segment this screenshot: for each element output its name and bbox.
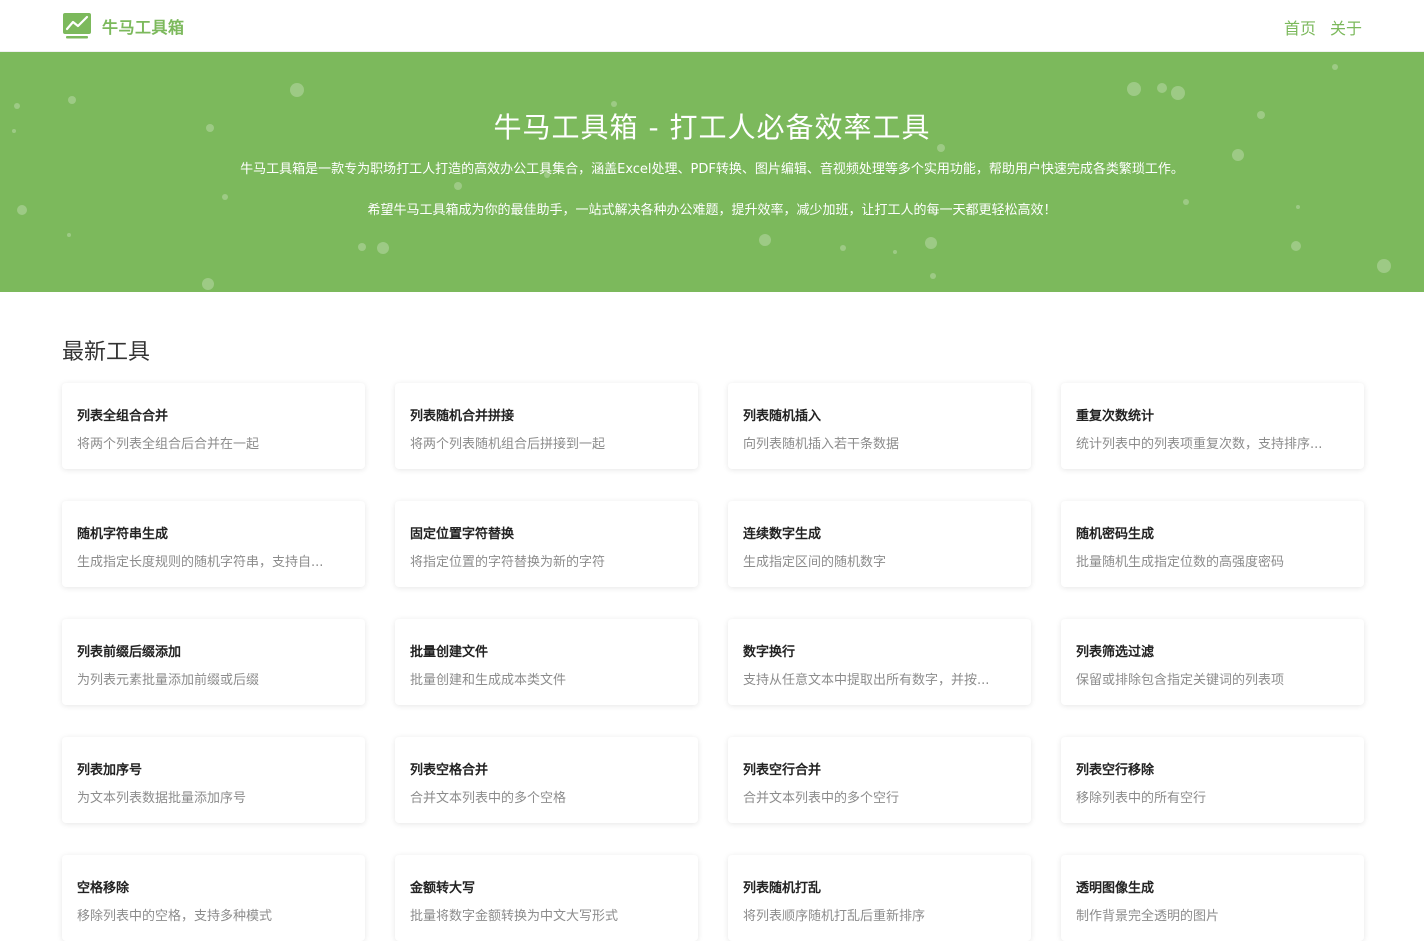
tool-card[interactable]: 列表随机打乱将列表顺序随机打乱后重新排序 xyxy=(728,855,1031,941)
tool-description: 生成指定区间的随机数字 xyxy=(743,555,887,570)
tool-card[interactable]: 列表随机合并拼接将两个列表随机组合后拼接到一起 xyxy=(395,383,698,469)
chart-trend-icon xyxy=(63,13,91,39)
hero-description: 牛马工具箱是一款专为职场打工人打造的高效办公工具集合，涵盖Excel处理、PDF… xyxy=(240,162,1184,177)
tool-description: 向列表随机插入若干条数据 xyxy=(743,437,900,452)
top-navbar: 牛马工具箱 首页 关于 xyxy=(0,0,1424,52)
tool-card[interactable]: 连续数字生成生成指定区间的随机数字 xyxy=(728,501,1031,587)
latest-tools-section: 最新工具 列表全组合合并将两个列表全组合后合并在一起 列表随机合并拼接将两个列表… xyxy=(0,292,1424,941)
tool-title: 列表随机插入 xyxy=(743,409,822,424)
nav-about-link[interactable]: 关于 xyxy=(1330,15,1362,39)
tool-title: 固定位置字符替换 xyxy=(410,527,515,542)
tool-card[interactable]: 列表空行移除移除列表中的所有空行 xyxy=(1061,737,1364,823)
tool-title: 列表空行移除 xyxy=(1076,763,1155,778)
tool-title: 金额转大写 xyxy=(410,881,476,896)
tool-card[interactable]: 列表空格合并合并文本列表中的多个空格 xyxy=(395,737,698,823)
tool-description: 为文本列表数据批量添加序号 xyxy=(77,791,247,806)
tool-title: 列表加序号 xyxy=(77,763,143,778)
section-title: 最新工具 xyxy=(62,340,151,365)
tool-description: 为列表元素批量添加前缀或后缀 xyxy=(77,673,260,688)
tool-title: 列表前缀后缀添加 xyxy=(77,645,182,660)
tool-title: 重复次数统计 xyxy=(1076,409,1155,424)
main-nav: 首页 关于 xyxy=(1270,15,1362,39)
tool-card[interactable]: 列表筛选过滤保留或排除包含指定关键词的列表项 xyxy=(1061,619,1364,705)
hero-slogan: 希望牛马工具箱成为你的最佳助手，一站式解决各种办公难题，提升效率，减少加班，让打… xyxy=(367,203,1057,218)
tool-title: 列表全组合合并 xyxy=(77,409,169,424)
tool-description: 合并文本列表中的多个空格 xyxy=(410,791,567,806)
tool-card[interactable]: 列表前缀后缀添加为列表元素批量添加前缀或后缀 xyxy=(62,619,365,705)
tool-title: 列表空格合并 xyxy=(410,763,489,778)
brand-name: 牛马工具箱 xyxy=(102,18,185,37)
hero-banner: 牛马工具箱 - 打工人必备效率工具 牛马工具箱是一款专为职场打工人打造的高效办公… xyxy=(0,52,1424,292)
tool-title: 列表空行合并 xyxy=(743,763,822,778)
tool-description: 将两个列表随机组合后拼接到一起 xyxy=(410,437,606,452)
tool-title: 数字换行 xyxy=(743,645,796,660)
tool-title: 随机密码生成 xyxy=(1076,527,1155,542)
tool-description: 移除列表中的所有空行 xyxy=(1076,791,1207,806)
tool-card[interactable]: 数字换行支持从任意文本中提取出所有数字，并按... xyxy=(728,619,1031,705)
tool-title: 透明图像生成 xyxy=(1076,881,1155,896)
tool-title: 列表随机打乱 xyxy=(743,881,822,896)
tool-description: 支持从任意文本中提取出所有数字，并按... xyxy=(743,673,990,688)
tool-card[interactable]: 列表空行合并合并文本列表中的多个空行 xyxy=(728,737,1031,823)
tool-title: 列表随机合并拼接 xyxy=(410,409,515,424)
tool-card[interactable]: 透明图像生成制作背景完全透明的图片 xyxy=(1061,855,1364,941)
tool-description: 保留或排除包含指定关键词的列表项 xyxy=(1076,673,1285,688)
tool-title: 随机字符串生成 xyxy=(77,527,169,542)
tool-description: 批量将数字金额转换为中文大写形式 xyxy=(410,909,619,924)
tool-card[interactable]: 随机字符串生成生成指定长度规则的随机字符串，支持自... xyxy=(62,501,365,587)
tool-description: 将列表顺序随机打乱后重新排序 xyxy=(743,909,926,924)
tool-description: 制作背景完全透明的图片 xyxy=(1076,909,1220,924)
tool-card[interactable]: 批量创建文件批量创建和生成成本类文件 xyxy=(395,619,698,705)
nav-home-link[interactable]: 首页 xyxy=(1284,15,1316,39)
tool-description: 批量随机生成指定位数的高强度密码 xyxy=(1076,555,1285,570)
tool-description: 统计列表中的列表项重复次数，支持排序... xyxy=(1076,437,1323,452)
tool-description: 将指定位置的字符替换为新的字符 xyxy=(410,555,606,570)
tool-description: 合并文本列表中的多个空行 xyxy=(743,791,900,806)
tool-card[interactable]: 随机密码生成批量随机生成指定位数的高强度密码 xyxy=(1061,501,1364,587)
tool-card[interactable]: 列表加序号为文本列表数据批量添加序号 xyxy=(62,737,365,823)
tool-card[interactable]: 列表随机插入向列表随机插入若干条数据 xyxy=(728,383,1031,469)
tool-card[interactable]: 重复次数统计统计列表中的列表项重复次数，支持排序... xyxy=(1061,383,1364,469)
tool-card[interactable]: 固定位置字符替换将指定位置的字符替换为新的字符 xyxy=(395,501,698,587)
brand-logo[interactable]: 牛马工具箱 xyxy=(62,12,185,40)
tool-title: 空格移除 xyxy=(77,881,130,896)
tool-description: 移除列表中的空格，支持多种模式 xyxy=(77,909,273,924)
tool-description: 将两个列表全组合后合并在一起 xyxy=(77,437,260,452)
tools-grid: 列表全组合合并将两个列表全组合后合并在一起 列表随机合并拼接将两个列表随机组合后… xyxy=(62,383,1364,941)
tool-description: 批量创建和生成成本类文件 xyxy=(410,673,567,688)
tool-title: 批量创建文件 xyxy=(410,645,489,660)
tool-card[interactable]: 空格移除移除列表中的空格，支持多种模式 xyxy=(62,855,365,941)
hero-title: 牛马工具箱 - 打工人必备效率工具 xyxy=(493,111,931,144)
tool-card[interactable]: 列表全组合合并将两个列表全组合后合并在一起 xyxy=(62,383,365,469)
tool-title: 连续数字生成 xyxy=(743,527,822,542)
tool-description: 生成指定长度规则的随机字符串，支持自... xyxy=(77,555,324,570)
tool-card[interactable]: 金额转大写批量将数字金额转换为中文大写形式 xyxy=(395,855,698,941)
tool-title: 列表筛选过滤 xyxy=(1076,645,1155,660)
